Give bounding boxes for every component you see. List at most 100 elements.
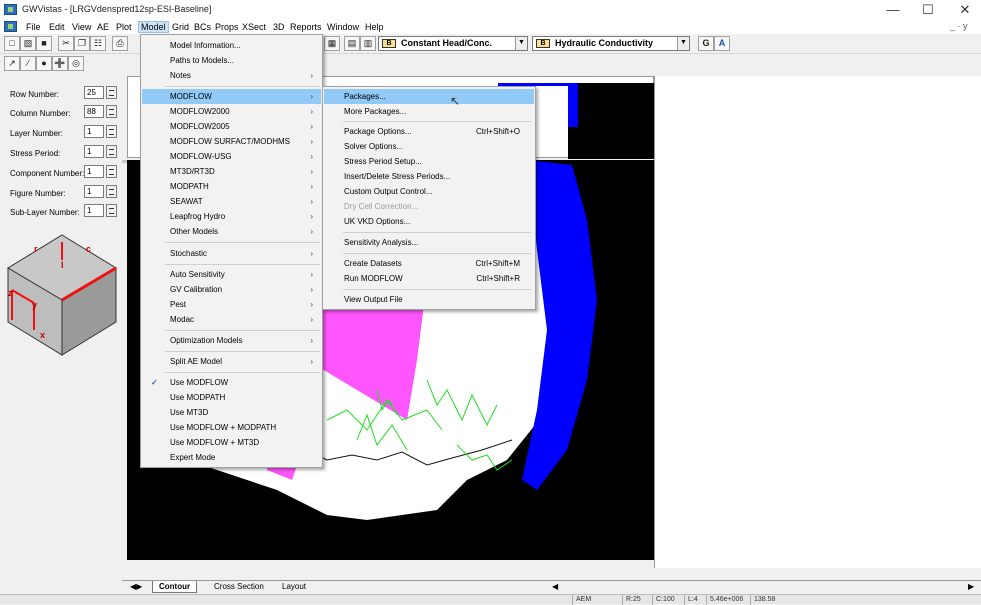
- menu-stress-period-setup[interactable]: Stress Period Setup...: [324, 154, 534, 169]
- menu-custom-output-control[interactable]: Custom Output Control...: [324, 184, 534, 199]
- menu-edit[interactable]: Edit: [47, 21, 67, 33]
- menu-leapfrog-hydro[interactable]: Leapfrog Hydro ›: [142, 209, 321, 224]
- menu-pest[interactable]: Pest ›: [142, 297, 321, 312]
- menu-plot[interactable]: Plot: [114, 21, 134, 33]
- menu-xsect[interactable]: XSect: [240, 21, 268, 33]
- menu-split-ae-model[interactable]: Split AE Model ›: [142, 354, 321, 369]
- a-button[interactable]: A: [714, 36, 730, 51]
- line-tool-icon[interactable]: ∕: [20, 56, 36, 71]
- copy-icon[interactable]: ❐: [74, 36, 90, 51]
- menu-package-options[interactable]: Package Options... Ctrl+Shift+O: [324, 124, 534, 139]
- menu-more-packages[interactable]: More Packages...: [324, 104, 534, 119]
- menu-view-output-file[interactable]: View Output File: [324, 292, 534, 307]
- menu-modflow2005[interactable]: MODFLOW2005 ›: [142, 119, 321, 134]
- menu-use-modflow-modpath[interactable]: Use MODFLOW + MODPATH: [142, 420, 321, 435]
- menu-auto-sensitivity[interactable]: Auto Sensitivity ›: [142, 267, 321, 282]
- layer-number-spinner[interactable]: [106, 125, 117, 138]
- menu-optimization-models[interactable]: Optimization Models ›: [142, 333, 321, 348]
- figure-number-input[interactable]: 1: [84, 185, 104, 198]
- column-number-spinner[interactable]: [106, 105, 117, 118]
- menu-mt3d-rt3d[interactable]: MT3D/RT3D ›: [142, 164, 321, 179]
- stress-period-input[interactable]: 1: [84, 145, 104, 158]
- maximize-button[interactable]: ☐: [913, 0, 943, 20]
- menu-ae[interactable]: AE: [95, 21, 111, 33]
- menu-seawat[interactable]: SEAWAT ›: [142, 194, 321, 209]
- map-side-canvas[interactable]: [654, 76, 981, 568]
- table-icon[interactable]: ▦: [324, 36, 340, 51]
- scroll-right-icon[interactable]: ▶: [962, 581, 980, 593]
- menu-notes[interactable]: Notes ›: [142, 68, 321, 83]
- menu-use-modflow-mt3d[interactable]: Use MODFLOW + MT3D: [142, 435, 321, 450]
- cut-icon[interactable]: ✂: [58, 36, 74, 51]
- tab-contour[interactable]: Contour: [152, 581, 198, 593]
- menu-expert-mode[interactable]: Expert Mode: [142, 450, 321, 465]
- save-icon[interactable]: ■: [36, 36, 52, 51]
- menu-modflow-surfact[interactable]: MODFLOW SURFACT/MODHMS ›: [142, 134, 321, 149]
- row-number-spinner[interactable]: [106, 86, 117, 99]
- component-number-spinner[interactable]: [106, 165, 117, 178]
- menu-window[interactable]: Window: [325, 21, 361, 33]
- bc-type-select[interactable]: B Constant Head/Conc. ▼: [378, 36, 528, 51]
- menu-run-modflow[interactable]: Run MODFLOW Ctrl+Shift+R: [324, 271, 534, 286]
- new-file-icon[interactable]: □: [4, 36, 20, 51]
- menu-help[interactable]: Help: [363, 21, 386, 33]
- scroll-left-icon[interactable]: ◀: [546, 581, 564, 593]
- print-icon[interactable]: ⎙: [112, 36, 128, 51]
- menu-model-information[interactable]: Model Information...: [142, 38, 321, 53]
- menu-modflow[interactable]: MODFLOW ›: [142, 89, 321, 104]
- menu-paths-to-models[interactable]: Paths to Models...: [142, 53, 321, 68]
- open-folder-icon[interactable]: ▧: [20, 36, 36, 51]
- property-select[interactable]: B Hydraulic Conductivity ▼: [532, 36, 690, 51]
- stress-period-spinner[interactable]: [106, 145, 117, 158]
- menu-3d[interactable]: 3D: [271, 21, 287, 33]
- menu-modpath[interactable]: MODPATH ›: [142, 179, 321, 194]
- menu-uk-vkd-options[interactable]: UK VKD Options...: [324, 214, 534, 229]
- component-number-input[interactable]: 1: [84, 165, 104, 178]
- crosshair-icon[interactable]: ➕: [52, 56, 68, 71]
- menu-model[interactable]: Model: [138, 21, 169, 33]
- g-button[interactable]: G: [698, 36, 714, 51]
- grid-view-icon[interactable]: ▤: [344, 36, 360, 51]
- menu-use-mt3d[interactable]: Use MT3D: [142, 405, 321, 420]
- grid-alt-icon[interactable]: ▥: [360, 36, 376, 51]
- menu-use-modpath[interactable]: Use MODPATH: [142, 390, 321, 405]
- row-number-input[interactable]: 25: [84, 86, 104, 99]
- menu-use-modflow[interactable]: ✓ Use MODFLOW: [142, 375, 321, 390]
- menu-packages[interactable]: Packages...: [324, 89, 534, 104]
- close-button[interactable]: ✕: [950, 0, 980, 20]
- mdi-controls[interactable]: _ · у: [950, 21, 968, 31]
- layer-number-input[interactable]: 1: [84, 125, 104, 138]
- tab-cross-section[interactable]: Cross Section: [208, 581, 270, 593]
- menu-props[interactable]: Props: [213, 21, 241, 33]
- app-icon[interactable]: [4, 4, 17, 15]
- menu-gv-calibration[interactable]: GV Calibration ›: [142, 282, 321, 297]
- figure-number-spinner[interactable]: [106, 185, 117, 198]
- minimize-button[interactable]: —: [878, 0, 908, 20]
- menu-view[interactable]: View: [70, 21, 93, 33]
- document-icon[interactable]: [4, 21, 17, 32]
- menu-bcs[interactable]: BCs: [192, 21, 213, 33]
- menu-stochastic[interactable]: Stochastic ›: [142, 246, 321, 261]
- menu-file[interactable]: File: [24, 21, 43, 33]
- menu-other-models[interactable]: Other Models ›: [142, 224, 321, 239]
- menu-create-datasets[interactable]: Create Datasets Ctrl+Shift+M: [324, 256, 534, 271]
- circle-tool-icon[interactable]: ●: [36, 56, 52, 71]
- menu-sensitivity-analysis[interactable]: Sensitivity Analysis...: [324, 235, 534, 250]
- menu-insert-delete-stress-periods[interactable]: Insert/Delete Stress Periods...: [324, 169, 534, 184]
- chevron-down-icon[interactable]: ▼: [677, 37, 689, 50]
- target-icon[interactable]: ◎: [68, 56, 84, 71]
- menu-modflow-usg[interactable]: MODFLOW-USG ›: [142, 149, 321, 164]
- menu-grid[interactable]: Grid: [170, 21, 191, 33]
- tab-layout[interactable]: Layout: [276, 581, 312, 593]
- menu-solver-options[interactable]: Solver Options...: [324, 139, 534, 154]
- menu-reports[interactable]: Reports: [288, 21, 324, 33]
- chevron-down-icon[interactable]: ▼: [515, 37, 527, 50]
- menu-modac[interactable]: Modac ›: [142, 312, 321, 327]
- pointer-icon[interactable]: ↗: [4, 56, 20, 71]
- tab-scroll-left[interactable]: ◀▶: [124, 581, 148, 593]
- menu-modflow2000[interactable]: MODFLOW2000 ›: [142, 104, 321, 119]
- column-number-input[interactable]: 88: [84, 105, 104, 118]
- paste-icon[interactable]: ☷: [90, 36, 106, 51]
- sub-layer-number-spinner[interactable]: [106, 204, 117, 217]
- sub-layer-number-input[interactable]: 1: [84, 204, 104, 217]
